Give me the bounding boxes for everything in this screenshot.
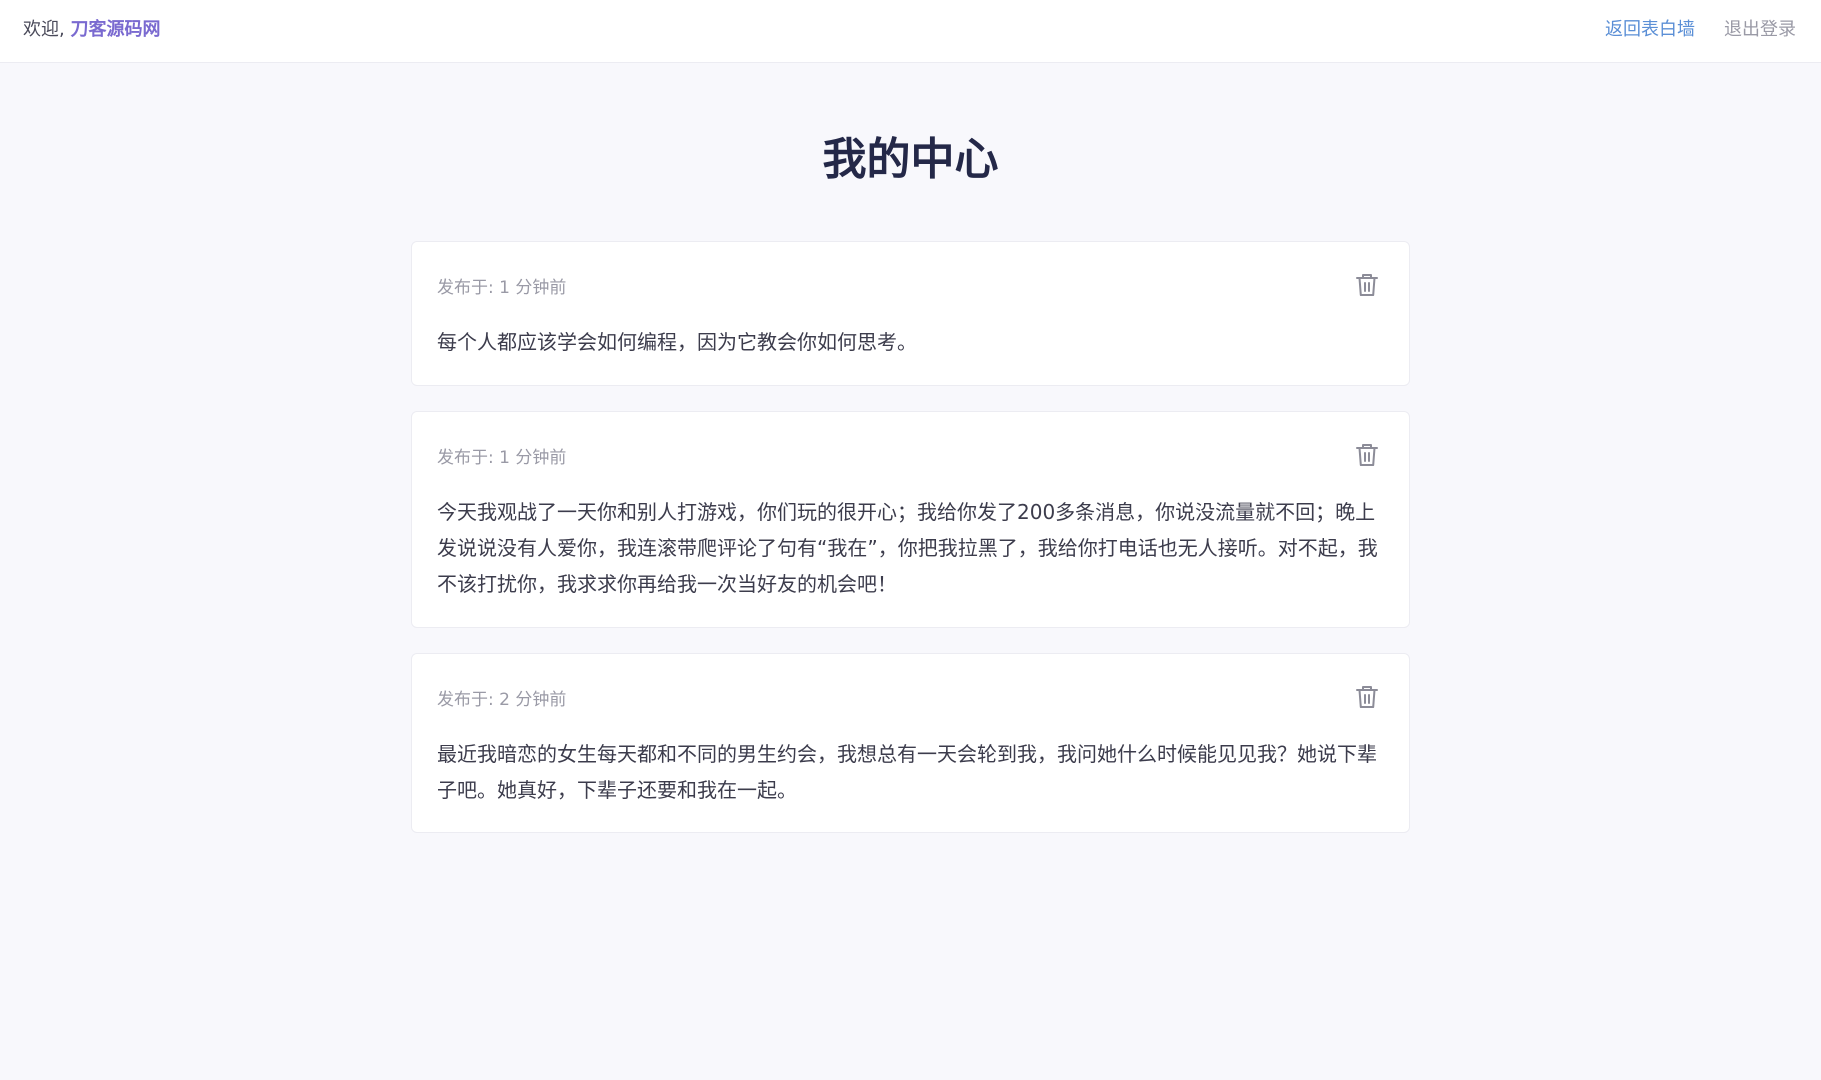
trash-icon[interactable] [1355, 272, 1379, 298]
post-content: 今天我观战了一天你和别人打游戏，你们玩的很开心；我给你发了200多条消息，你说没… [437, 500, 1378, 596]
top-bar: 欢迎, 刀客源码网 返回表白墙 退出登录 [0, 0, 1821, 63]
trash-icon[interactable] [1355, 684, 1379, 710]
welcome-text: 欢迎, 刀客源码网 [23, 18, 160, 42]
post-timestamp: 发布于: 2 分钟前 [437, 690, 567, 710]
post-card: 发布于: 2 分钟前 最近我暗恋的女生每天都和不同的男生约会，我想总有一天会轮到… [411, 653, 1410, 833]
post-timestamp: 发布于: 1 分钟前 [437, 448, 567, 468]
post-card: 发布于: 1 分钟前 今天我观战了一天你和别人打游戏，你们玩的很开心；我给你发了… [411, 411, 1410, 628]
post-content: 每个人都应该学会如何编程，因为它教会你如何思考。 [437, 330, 917, 354]
username: 刀客源码网 [70, 19, 161, 40]
back-to-wall-link[interactable]: 返回表白墙 [1605, 18, 1695, 42]
post-timestamp: 发布于: 1 分钟前 [437, 278, 567, 298]
post-content: 最近我暗恋的女生每天都和不同的男生约会，我想总有一天会轮到我，我问她什么时候能见… [437, 742, 1377, 802]
logout-link[interactable]: 退出登录 [1724, 18, 1796, 42]
trash-icon[interactable] [1355, 442, 1379, 468]
page-title: 我的中心 [822, 134, 999, 185]
welcome-prefix: 欢迎, [23, 19, 71, 40]
post-card: 发布于: 1 分钟前 每个人都应该学会如何编程，因为它教会你如何思考。 [411, 241, 1410, 386]
